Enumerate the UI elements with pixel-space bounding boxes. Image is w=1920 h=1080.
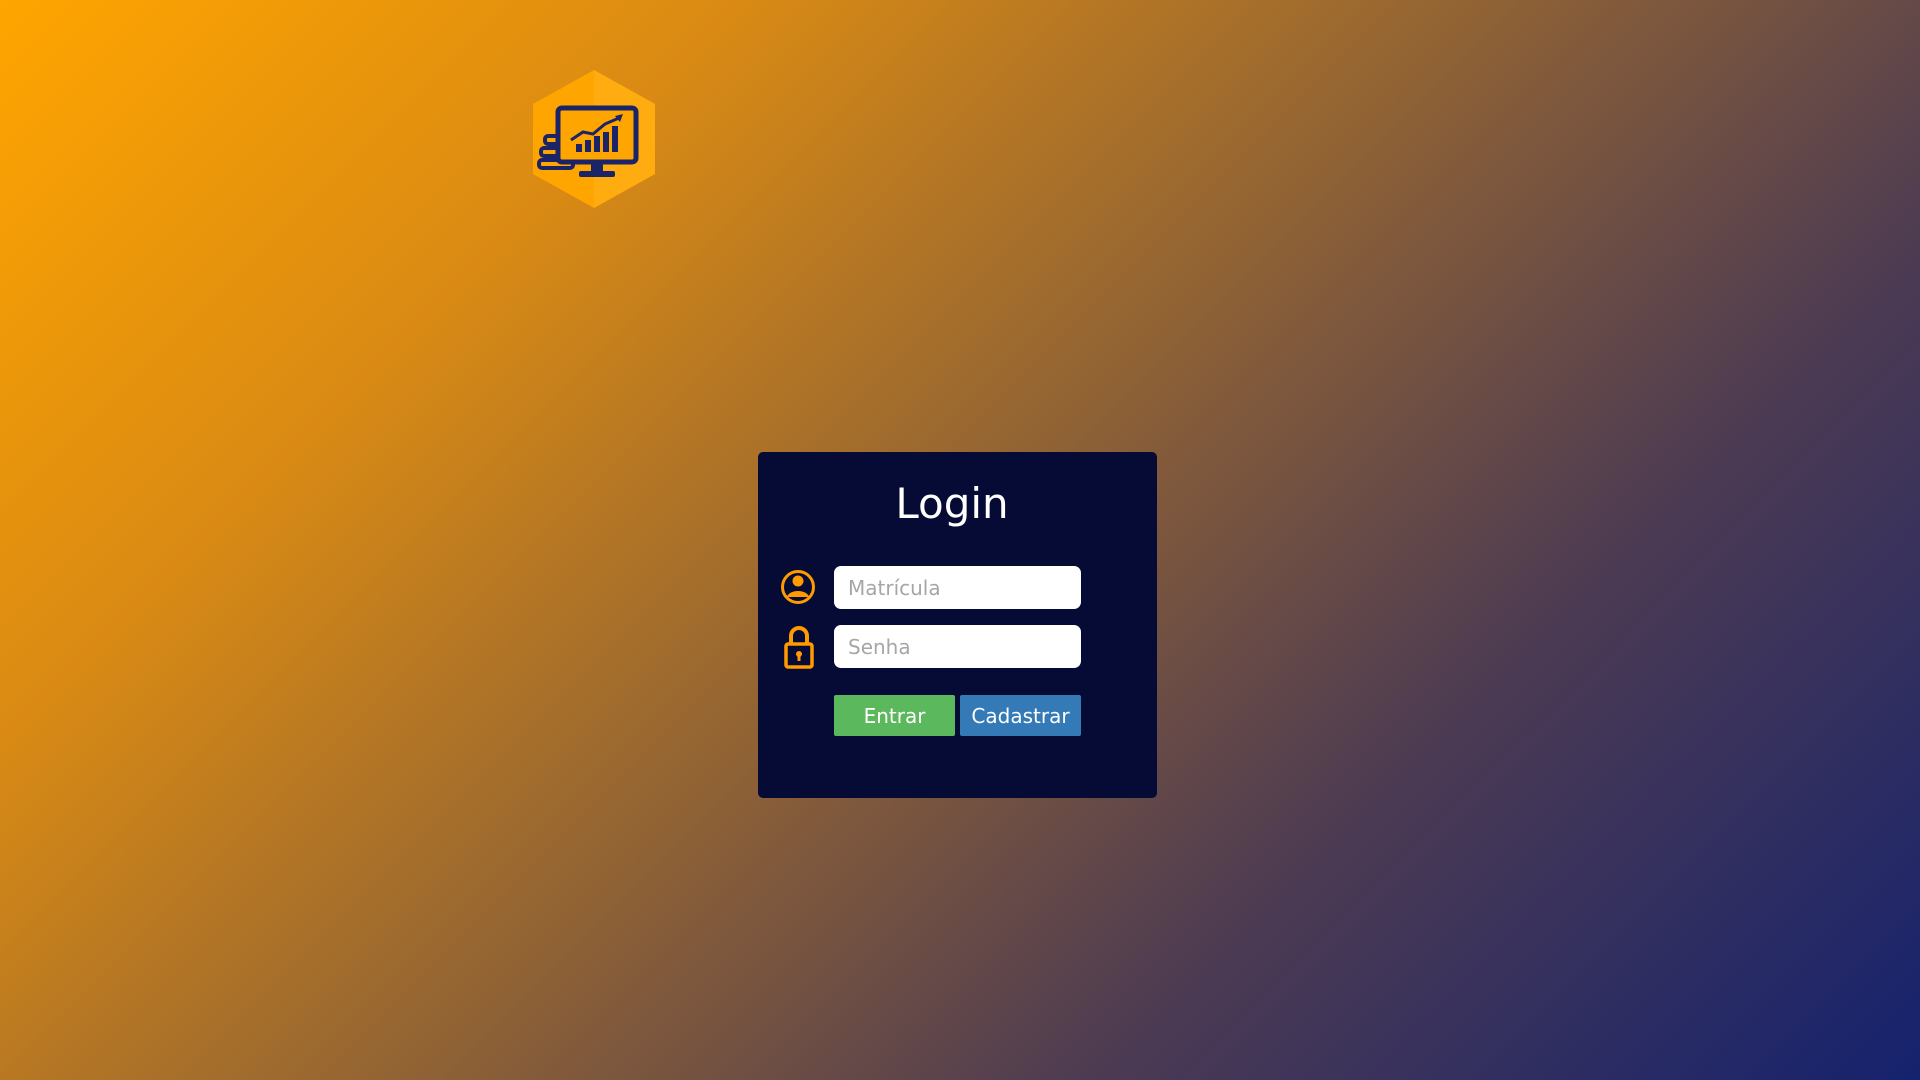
entrar-button[interactable]: Entrar	[834, 695, 955, 736]
hexagon-monitor-chart-icon	[533, 70, 655, 208]
login-card: Login Entrar Cadastrar	[758, 452, 1157, 798]
senha-input[interactable]	[834, 625, 1081, 668]
app-logo	[531, 68, 657, 210]
login-title: Login	[895, 479, 1009, 528]
cadastrar-button[interactable]: Cadastrar	[960, 695, 1081, 736]
matricula-input[interactable]	[834, 566, 1081, 609]
lock-icon	[780, 624, 818, 669]
user-icon	[780, 566, 818, 608]
